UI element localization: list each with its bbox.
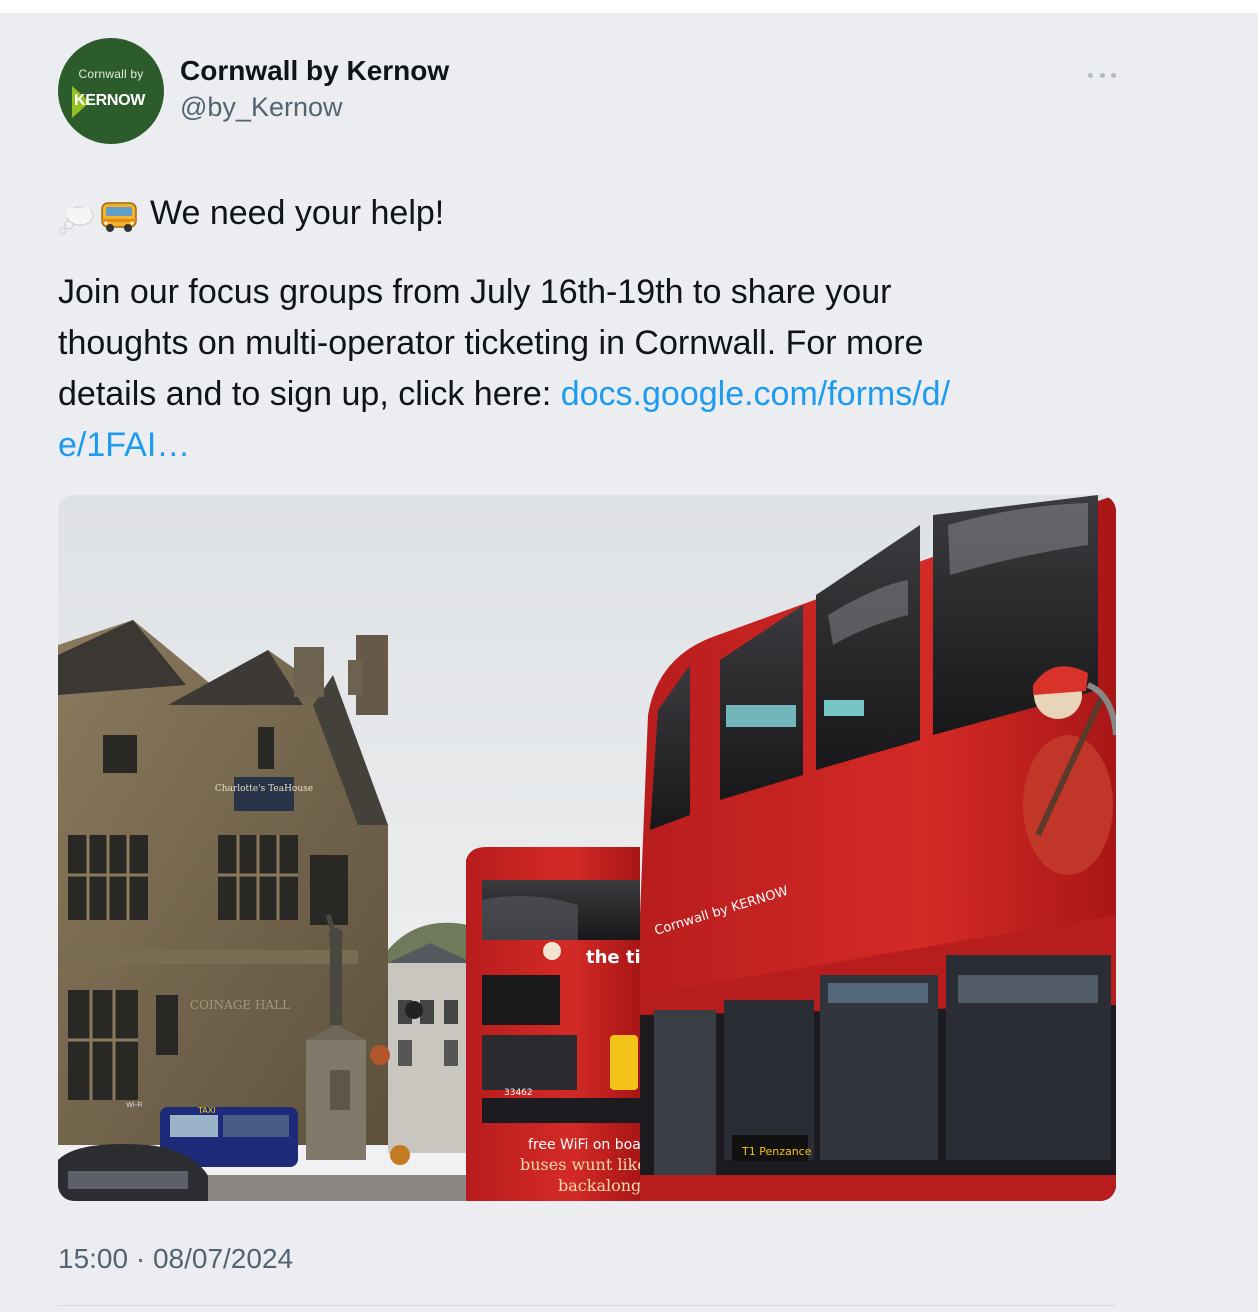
route-display: T1 Penzance	[741, 1145, 812, 1158]
slogan-line-2: backalong	[558, 1176, 641, 1195]
teahouse-sign: Charlotte's TeaHouse	[215, 784, 313, 794]
handle[interactable]: @by_Kernow	[180, 92, 343, 123]
avatar-top-text: Cornwall by	[78, 67, 144, 81]
wifi-sign: Wi-Fi	[126, 1101, 143, 1109]
thought-balloon-icon	[58, 199, 94, 234]
tweet-headline: We need your help!	[150, 194, 445, 232]
tweet-timestamp[interactable]: 15:00 · 08/07/2024	[58, 1243, 293, 1275]
avatar[interactable]: Cornwall by KERNOW	[58, 38, 164, 144]
top-strip	[0, 0, 1258, 13]
more-dot	[1111, 72, 1116, 78]
taxi-sign: TAXI	[197, 1106, 216, 1115]
tweet-headline-line: We need your help!	[58, 188, 1118, 239]
avatar-main-text: KERNOW	[74, 92, 146, 109]
slogan-line-1: buses wunt like t	[520, 1155, 659, 1174]
hall-sign: COINAGE HALL	[190, 998, 290, 1012]
tweet-card: Cornwall by KERNOW Cornwall by Kernow @b…	[0, 13, 1258, 1312]
more-horizontal-icon	[1088, 72, 1093, 78]
fleet-number: 33462	[504, 1088, 533, 1098]
more-options-button[interactable]	[1088, 69, 1116, 81]
photo-buses-town-square: Charlotte's TeaHouse COINAGE HALL Wi-Fi …	[58, 495, 1116, 1201]
divider	[58, 1305, 1116, 1306]
tweet-body: Join our focus groups from July 16th-19t…	[58, 267, 1118, 471]
display-name[interactable]: Cornwall by Kernow	[180, 55, 449, 87]
tweet-media-image[interactable]: Charlotte's TeaHouse COINAGE HALL Wi-Fi …	[58, 495, 1116, 1201]
wifi-ad: free WiFi on boa	[528, 1137, 641, 1153]
more-dot	[1099, 72, 1105, 78]
bus-icon	[100, 197, 138, 232]
